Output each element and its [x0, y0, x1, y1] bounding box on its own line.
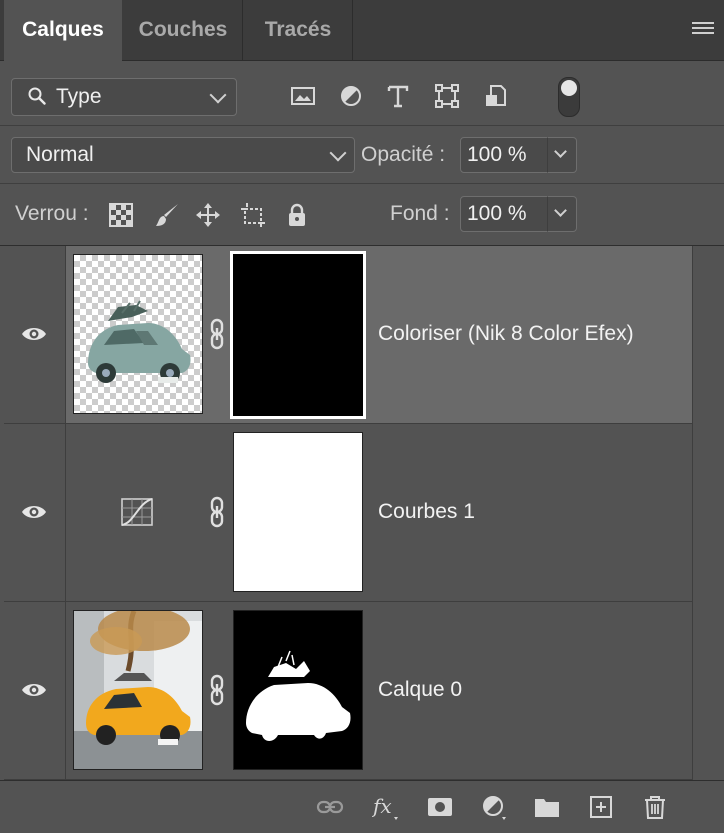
layer-name[interactable]: Calque 0 [378, 678, 462, 702]
layer-name[interactable]: Coloriser (Nik 8 Color Efex) [378, 322, 634, 346]
visibility-column [4, 424, 66, 601]
add-mask-icon[interactable] [426, 793, 454, 821]
fx-icon[interactable]: fx [372, 793, 400, 821]
fill-label: Fond : [390, 202, 450, 225]
eye-icon[interactable] [21, 503, 47, 521]
layer-row-courbes[interactable]: Courbes 1 [4, 424, 692, 602]
eye-icon[interactable] [21, 681, 47, 699]
layers-list: Coloriser (Nik 8 Color Efex) Courbes 1 C… [4, 246, 692, 780]
smart-object-filter-icon[interactable] [483, 83, 509, 109]
link-layers-icon[interactable] [316, 793, 344, 821]
shape-filter-icon[interactable] [434, 83, 460, 109]
filter-kind-label: Type [56, 85, 102, 108]
blend-row: Normal Opacité : 100 % [0, 126, 724, 184]
chain-link-icon[interactable] [206, 674, 228, 706]
curves-adjustment-icon[interactable] [120, 497, 154, 527]
layer-mask-thumbnail[interactable] [230, 251, 366, 419]
layer-row-calque-0[interactable]: Calque 0 [4, 602, 692, 780]
type-filter-icon[interactable] [385, 83, 411, 109]
car-silhouette-mask [246, 650, 351, 741]
lock-transparent-pixels-icon[interactable] [108, 202, 134, 228]
fill-input[interactable]: 100 % [460, 196, 548, 232]
lock-all-icon[interactable] [284, 202, 310, 228]
layers-scrollbar[interactable] [692, 246, 721, 780]
visibility-column [4, 602, 66, 779]
layer-thumbnail[interactable] [73, 610, 203, 770]
search-icon [28, 87, 46, 105]
svg-text:fx: fx [372, 794, 392, 818]
chevron-down-icon [554, 145, 567, 158]
layer-row-coloriser[interactable]: Coloriser (Nik 8 Color Efex) [4, 246, 692, 424]
fill-value: 100 % [467, 202, 527, 225]
tab-couches[interactable]: Couches [124, 0, 243, 60]
new-adjustment-icon[interactable] [480, 793, 508, 821]
opacity-label: Opacité : [361, 143, 446, 166]
image-filter-icon[interactable] [290, 83, 316, 109]
lock-artboard-icon[interactable] [240, 202, 266, 228]
bottom-toolbar: fx [0, 780, 724, 833]
blend-mode-value: Normal [26, 143, 94, 166]
new-group-icon[interactable] [533, 793, 561, 821]
lock-label: Verrou : [15, 202, 89, 225]
layers-panel: Calques Couches Tracés Type Normal Opaci… [0, 0, 724, 833]
chevron-down-icon [554, 204, 567, 217]
layer-mask-thumbnail[interactable] [233, 432, 363, 592]
filter-toggle[interactable] [558, 77, 580, 117]
new-layer-icon[interactable] [587, 793, 615, 821]
opacity-input[interactable]: 100 % [460, 137, 548, 173]
chevron-down-icon [209, 86, 227, 104]
yellow-car-photo [74, 611, 202, 769]
panel-tab-bar: Calques Couches Tracés [0, 0, 724, 61]
chain-link-icon[interactable] [206, 496, 228, 528]
teal-car-image [88, 300, 191, 383]
blend-mode-select[interactable]: Normal [11, 137, 355, 173]
layer-mask-thumbnail[interactable] [233, 610, 363, 770]
opacity-value: 100 % [467, 143, 527, 166]
lock-row: Verrou : Fond : 100 % [0, 184, 724, 246]
lock-position-icon[interactable] [195, 202, 221, 228]
opacity-dropdown-button[interactable] [547, 137, 577, 173]
fill-dropdown-button[interactable] [547, 196, 577, 232]
filter-kind-select[interactable]: Type [11, 78, 237, 116]
visibility-column [4, 246, 66, 423]
tab-calques[interactable]: Calques [4, 0, 122, 61]
eye-icon[interactable] [21, 325, 47, 343]
tab-traces[interactable]: Tracés [244, 0, 353, 60]
filter-row: Type [0, 61, 724, 126]
panel-menu-icon[interactable] [692, 22, 714, 38]
layer-name[interactable]: Courbes 1 [378, 500, 475, 524]
chevron-down-icon [329, 144, 347, 162]
adjustment-filter-icon[interactable] [338, 83, 364, 109]
layer-thumbnail[interactable] [73, 254, 203, 414]
lock-image-pixels-icon[interactable] [154, 202, 180, 228]
delete-icon[interactable] [641, 793, 669, 821]
chain-link-icon[interactable] [206, 318, 228, 350]
